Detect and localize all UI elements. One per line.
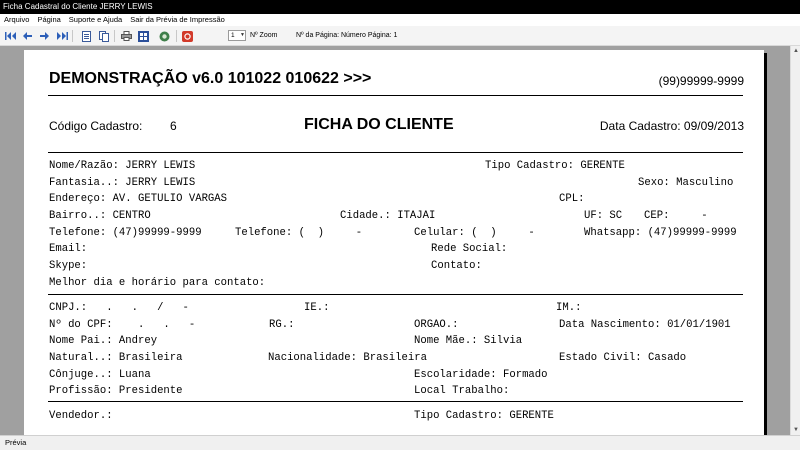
next-page-icon[interactable] xyxy=(38,30,50,42)
close-icon[interactable] xyxy=(181,30,193,42)
field-rg: RG.: xyxy=(269,319,295,331)
field-rede-social: Rede Social: xyxy=(431,243,508,255)
vertical-scrollbar[interactable]: ▲ ▼ xyxy=(790,46,800,435)
field-cep: CEP: - xyxy=(644,210,708,222)
field-conjuge: Cônjuge..: Luana xyxy=(49,369,151,381)
field-profissao: Profissão: Presidente xyxy=(49,385,183,397)
field-ie: IE.: xyxy=(304,302,330,314)
field-natural: Natural..: Brasileira xyxy=(49,352,183,364)
menu-sair-previa[interactable]: Sair da Prévia de Impressão xyxy=(130,14,225,26)
preview-viewport[interactable]: DEMONSTRAÇÃO v6.0 101022 010622 >>> (99)… xyxy=(0,46,790,435)
scroll-up-icon[interactable]: ▲ xyxy=(792,46,800,56)
zoom-label: Nº Zoom xyxy=(250,32,278,39)
codigo-cadastro-label: Código Cadastro: xyxy=(49,119,143,133)
field-email: Email: xyxy=(49,243,88,255)
divider xyxy=(48,401,743,402)
field-local-trabalho: Local Trabalho: xyxy=(414,385,510,397)
zoom-value: 1 xyxy=(231,32,235,39)
report-phone: (99)99999-9999 xyxy=(658,74,744,88)
field-bairro: Bairro..: CENTRO xyxy=(49,210,151,222)
status-bar: Prévia xyxy=(0,435,800,450)
two-pages-icon[interactable] xyxy=(98,30,110,42)
menu-pagina[interactable]: Página xyxy=(37,14,60,26)
field-estado-civil: Estado Civil: Casado xyxy=(559,352,687,364)
field-tipo-cadastro: Tipo Cadastro: GERENTE xyxy=(485,160,625,172)
report-title: DEMONSTRAÇÃO v6.0 101022 010622 >>> xyxy=(49,70,372,87)
chevron-down-icon[interactable]: ▼ xyxy=(240,31,245,40)
codigo-cadastro-value: 6 xyxy=(170,119,177,133)
single-page-icon[interactable] xyxy=(80,30,92,42)
field-escolaridade: Escolaridade: Formado xyxy=(414,369,548,381)
first-page-icon[interactable] xyxy=(4,30,16,42)
scroll-down-icon[interactable]: ▼ xyxy=(792,425,800,435)
divider xyxy=(48,95,743,96)
window-title-bar: Ficha Cadastral do Cliente JERRY LEWIS xyxy=(0,0,800,14)
window-title: Ficha Cadastral do Cliente JERRY LEWIS xyxy=(3,2,153,11)
status-text: Prévia xyxy=(5,438,27,447)
field-melhor-dia: Melhor dia e horário para contato: xyxy=(49,277,266,289)
field-nacionalidade: Nacionalidade: Brasileira xyxy=(268,352,427,364)
field-fantasia: Fantasia..: JERRY LEWIS xyxy=(49,177,196,189)
field-cpl: CPL: xyxy=(559,193,585,205)
print-icon[interactable] xyxy=(120,30,132,42)
field-nome-mae: Nome Mãe.: Silvia xyxy=(414,335,523,347)
field-cpf: Nº do CPF: . . - xyxy=(49,319,196,331)
menu-arquivo[interactable]: Arquivo xyxy=(4,14,29,26)
field-celular: Celular: ( ) - xyxy=(414,227,535,239)
field-cnpj: CNPJ.: . . / - xyxy=(49,302,189,314)
field-telefone-2: Telefone: ( ) - xyxy=(235,227,363,239)
field-tipo-cadastro-2: Tipo Cadastro: GERENTE xyxy=(414,410,554,422)
menu-suporte-ajuda[interactable]: Suporte e Ajuda xyxy=(69,14,122,26)
report-page: DEMONSTRAÇÃO v6.0 101022 010622 >>> (99)… xyxy=(24,50,764,435)
field-im: IM.: xyxy=(556,302,582,314)
menu-bar: Arquivo Página Suporte e Ajuda Sair da P… xyxy=(0,14,800,26)
field-skype: Skype: xyxy=(49,260,88,272)
field-uf: UF: SC xyxy=(584,210,623,222)
field-cidade: Cidade.: ITAJAI xyxy=(340,210,436,222)
field-data-nascimento: Data Nascimento: 01/01/1901 xyxy=(559,319,731,331)
report-heading: FICHA DO CLIENTE xyxy=(304,116,454,133)
field-whatsapp: Whatsapp: (47)99999-9999 xyxy=(584,227,737,239)
previous-page-icon[interactable] xyxy=(21,30,33,42)
export-icon[interactable] xyxy=(158,30,170,42)
field-orgao: ORGAO.: xyxy=(414,319,459,331)
field-contato: Contato: xyxy=(431,260,482,272)
field-nome: Nome/Razão: JERRY LEWIS xyxy=(49,160,196,172)
toolbar xyxy=(0,26,800,46)
page-info: Nº da Página: Número Página: 1 xyxy=(296,32,398,39)
field-endereco: Endereço: AV. GETULIO VARGAS xyxy=(49,193,228,205)
divider xyxy=(48,152,743,153)
last-page-icon[interactable] xyxy=(56,30,68,42)
divider xyxy=(48,294,743,295)
multi-page-icon[interactable] xyxy=(137,30,149,42)
data-cadastro: Data Cadastro: 09/09/2013 xyxy=(599,119,744,133)
field-sexo: Sexo: Masculino xyxy=(638,177,734,189)
field-telefone-1: Telefone: (47)99999-9999 xyxy=(49,227,202,239)
field-vendedor: Vendedor.: xyxy=(49,410,113,422)
field-nome-pai: Nome Pai.: Andrey xyxy=(49,335,158,347)
